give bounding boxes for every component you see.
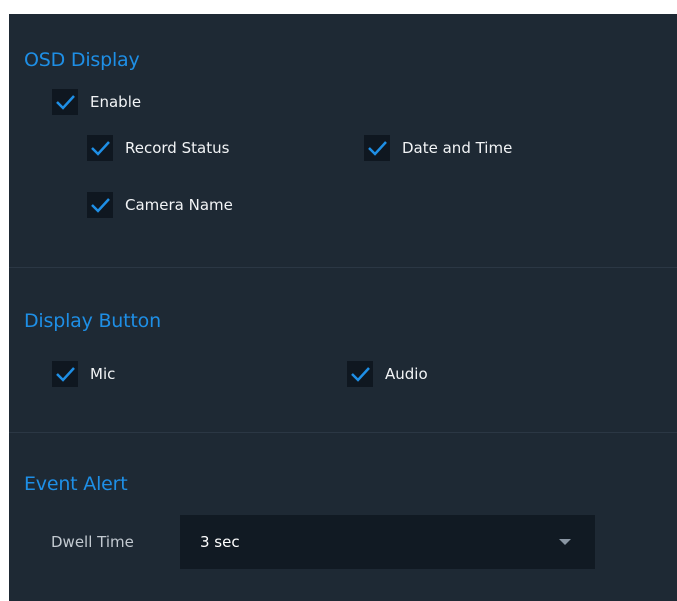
date-and-time-checkbox-row[interactable]: Date and Time [364,135,512,161]
record-status-checkbox-row[interactable]: Record Status [87,135,229,161]
audio-checkbox-row[interactable]: Audio [347,361,428,387]
camera-name-label: Camera Name [125,196,233,214]
enable-checkbox[interactable] [52,89,78,115]
checkmark-icon [56,367,75,382]
mic-checkbox[interactable] [52,361,78,387]
checkmark-icon [91,198,110,213]
dwell-time-label: Dwell Time [51,533,134,551]
checkmark-icon [351,367,370,382]
audio-label: Audio [385,365,428,383]
section-divider [9,267,677,268]
display-button-title: Display Button [24,310,161,332]
checkmark-icon [91,141,110,156]
enable-label: Enable [90,93,142,111]
event-alert-title: Event Alert [24,473,128,495]
date-and-time-checkbox[interactable] [364,135,390,161]
chevron-down-icon [559,539,571,545]
dwell-time-value: 3 sec [200,533,240,551]
enable-checkbox-row[interactable]: Enable [52,89,141,115]
record-status-checkbox[interactable] [87,135,113,161]
section-divider [9,432,677,433]
camera-name-checkbox-row[interactable]: Camera Name [87,192,233,218]
checkmark-icon [368,141,387,156]
mic-label: Mic [90,365,116,383]
camera-name-checkbox[interactable] [87,192,113,218]
mic-checkbox-row[interactable]: Mic [52,361,115,387]
record-status-label: Record Status [125,139,230,157]
settings-panel: OSD Display Enable Record Status Date an… [9,14,677,601]
dwell-time-select[interactable]: 3 sec [180,515,595,569]
checkmark-icon [56,95,75,110]
osd-display-title: OSD Display [24,49,140,71]
date-and-time-label: Date and Time [402,139,513,157]
audio-checkbox[interactable] [347,361,373,387]
